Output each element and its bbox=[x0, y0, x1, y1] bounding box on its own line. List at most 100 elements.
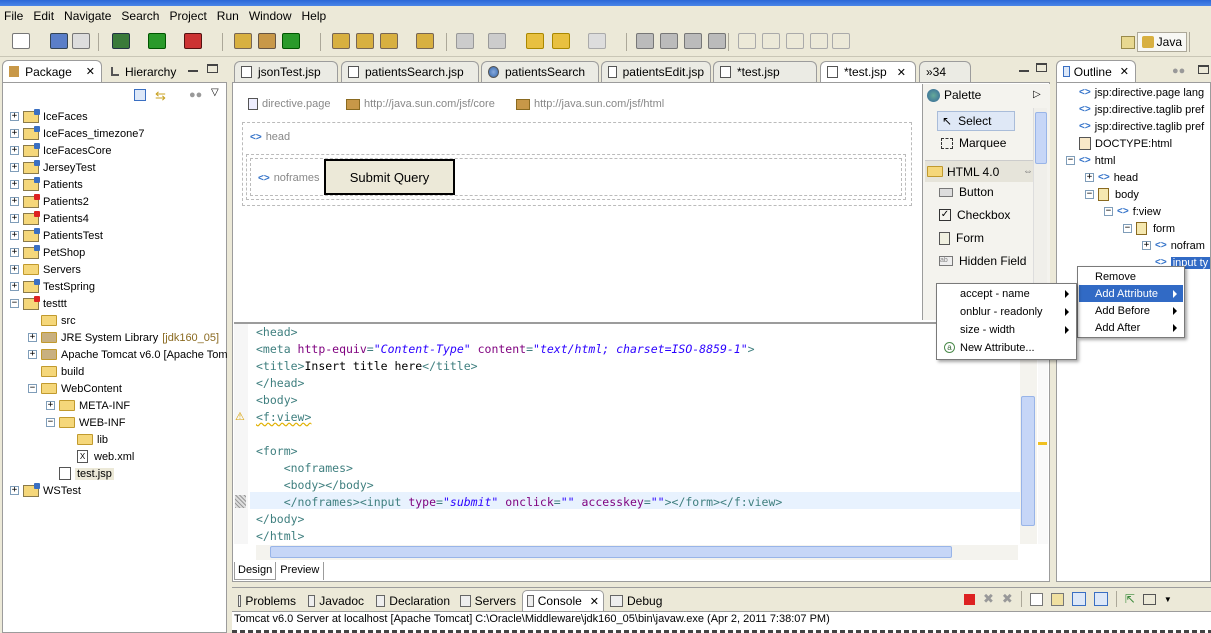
tree-item[interactable]: − WebContent bbox=[28, 380, 122, 397]
link-with-editor-icon[interactable]: ⇆ bbox=[155, 88, 169, 103]
close-icon[interactable]: ✕ bbox=[86, 65, 95, 78]
outline-item[interactable]: − <> f:view bbox=[1104, 203, 1161, 220]
expand-icon[interactable]: + bbox=[10, 282, 19, 291]
back-icon[interactable] bbox=[552, 33, 570, 49]
maximize-icon[interactable] bbox=[1036, 63, 1047, 72]
submenu-item[interactable]: accept - name bbox=[938, 285, 1075, 302]
tree-item[interactable]: + Patients bbox=[10, 176, 83, 193]
expand-icon[interactable]: + bbox=[10, 197, 19, 206]
java-perspective-button[interactable]: Java bbox=[1136, 32, 1187, 52]
expand-icon[interactable]: + bbox=[10, 129, 19, 138]
palette-marquee[interactable]: Marquee bbox=[941, 136, 1006, 150]
chevron-down-icon[interactable]: ▽ bbox=[211, 87, 219, 98]
outline-item[interactable]: − <> html bbox=[1066, 152, 1115, 169]
tree-item[interactable]: test.jsp bbox=[46, 465, 114, 482]
tab-hierarchy[interactable]: Hierarchy bbox=[104, 60, 186, 82]
collapse-icon[interactable]: − bbox=[46, 418, 55, 427]
maximize-icon[interactable] bbox=[207, 64, 218, 73]
tree-item[interactable]: + PetShop bbox=[10, 244, 85, 261]
palette-item-hidden-field[interactable]: ab Hidden Field bbox=[939, 254, 1026, 268]
tab-design[interactable]: Design bbox=[234, 562, 277, 580]
tree-item[interactable]: + IceFacesCore bbox=[10, 142, 111, 159]
minimize-icon[interactable] bbox=[1019, 70, 1029, 72]
context-menu-item[interactable]: Add After bbox=[1079, 319, 1183, 336]
layout4-icon[interactable] bbox=[708, 33, 726, 49]
new-icon[interactable] bbox=[12, 33, 30, 49]
submenu-item[interactable]: onblur - readonly bbox=[938, 303, 1075, 320]
italic-icon[interactable] bbox=[786, 33, 804, 49]
prev-annotation-icon[interactable] bbox=[488, 33, 506, 49]
next-annotation-icon[interactable] bbox=[456, 33, 474, 49]
print-icon[interactable] bbox=[72, 33, 90, 49]
submit-query-button[interactable]: Submit Query bbox=[324, 159, 455, 195]
tree-item[interactable]: + Servers bbox=[10, 261, 81, 278]
submenu-item[interactable]: size - width bbox=[938, 321, 1075, 338]
underline-icon[interactable] bbox=[738, 33, 756, 49]
expand-icon[interactable]: + bbox=[10, 112, 19, 121]
tree-item[interactable]: + JRE System Library [jdk160_05] bbox=[28, 329, 219, 346]
editor-tab[interactable]: *test.jsp ✕ bbox=[820, 61, 916, 82]
expand-icon[interactable]: + bbox=[10, 163, 19, 172]
collapse-icon[interactable]: − bbox=[1104, 207, 1113, 216]
expand-icon[interactable]: + bbox=[10, 265, 19, 274]
search-icon[interactable] bbox=[380, 33, 398, 49]
tab-javadoc[interactable]: Javadoc bbox=[304, 590, 368, 611]
show-on-output-icon[interactable] bbox=[1071, 592, 1086, 606]
outline-item[interactable]: − body bbox=[1085, 186, 1139, 203]
outline-item[interactable]: + <> head bbox=[1085, 169, 1138, 186]
outline-item[interactable]: <> jsp:directive.page lang bbox=[1066, 84, 1204, 101]
pin-icon[interactable]: ⇔ bbox=[1023, 166, 1033, 177]
warning-icon[interactable]: ⚠ bbox=[235, 410, 245, 423]
menu-file[interactable]: File bbox=[0, 9, 29, 23]
bold-icon[interactable] bbox=[762, 33, 780, 49]
collapse-icon[interactable]: − bbox=[28, 384, 37, 393]
tree-item[interactable]: build bbox=[28, 363, 84, 380]
layout3-icon[interactable] bbox=[684, 33, 702, 49]
menu-project[interactable]: Project bbox=[165, 9, 212, 23]
palette-item-button[interactable]: Button bbox=[939, 185, 994, 199]
menu-navigate[interactable]: Navigate bbox=[60, 9, 117, 23]
close-icon[interactable]: ✕ bbox=[897, 66, 906, 79]
palette-item-checkbox[interactable]: ✓ Checkbox bbox=[939, 208, 1010, 222]
external-tools-icon[interactable] bbox=[184, 33, 202, 49]
pin-console-icon[interactable]: ⇱ bbox=[1125, 592, 1135, 606]
minimize-icon[interactable] bbox=[188, 70, 198, 72]
remove-all-icon[interactable]: ✖ bbox=[1002, 591, 1013, 607]
expand-icon[interactable]: + bbox=[10, 146, 19, 155]
palette-select[interactable]: ↖ Select bbox=[937, 111, 1015, 131]
menu-window[interactable]: Window bbox=[245, 9, 298, 23]
tree-item[interactable]: + PatientsTest bbox=[10, 227, 103, 244]
tree-item[interactable]: + Patients4 bbox=[10, 210, 89, 227]
collapse-icon[interactable]: − bbox=[10, 299, 19, 308]
outline-item[interactable]: + <> nofram bbox=[1142, 237, 1205, 254]
directive-page-node[interactable]: directive.page bbox=[248, 98, 331, 110]
tab-console[interactable]: Console ✕ bbox=[522, 590, 604, 611]
open-type-icon[interactable] bbox=[332, 33, 350, 49]
layout2-icon[interactable] bbox=[660, 33, 678, 49]
chevron-right-icon[interactable]: ▷ bbox=[1033, 89, 1041, 100]
tree-item[interactable]: + Apache Tomcat v6.0 [Apache Tom bbox=[28, 346, 228, 363]
menu-run[interactable]: Run bbox=[213, 9, 245, 23]
expand-icon[interactable]: + bbox=[10, 180, 19, 189]
collapse-icon[interactable]: − bbox=[1085, 190, 1094, 199]
layout-icon[interactable] bbox=[636, 33, 654, 49]
collapse-icon[interactable]: − bbox=[1066, 156, 1075, 165]
show-on-error-icon[interactable] bbox=[1093, 592, 1108, 606]
palette-item-form[interactable]: Form bbox=[939, 231, 984, 245]
noframes-node[interactable]: <> noframes bbox=[258, 172, 320, 184]
tree-item[interactable]: + IceFaces bbox=[10, 108, 88, 125]
expand-icon[interactable]: + bbox=[10, 214, 19, 223]
expand-icon[interactable]: + bbox=[28, 333, 37, 342]
open-perspective-icon[interactable] bbox=[1120, 35, 1135, 49]
tree-item[interactable]: − WEB-INF bbox=[46, 414, 125, 431]
editor-tab[interactable]: patientsSearch.jsp bbox=[341, 61, 479, 82]
tab-debug[interactable]: Debug bbox=[606, 590, 676, 611]
tab-problems[interactable]: Problems bbox=[234, 590, 300, 611]
save-icon[interactable] bbox=[50, 33, 68, 49]
last-edit-icon[interactable] bbox=[526, 33, 544, 49]
open-task-icon[interactable] bbox=[356, 33, 374, 49]
editor-tab[interactable]: patientsSearch bbox=[481, 61, 599, 82]
remove-launch-icon[interactable]: ✖ bbox=[983, 591, 994, 607]
head-node[interactable]: <> head bbox=[250, 131, 290, 143]
collapse-all-icon[interactable] bbox=[134, 89, 146, 101]
